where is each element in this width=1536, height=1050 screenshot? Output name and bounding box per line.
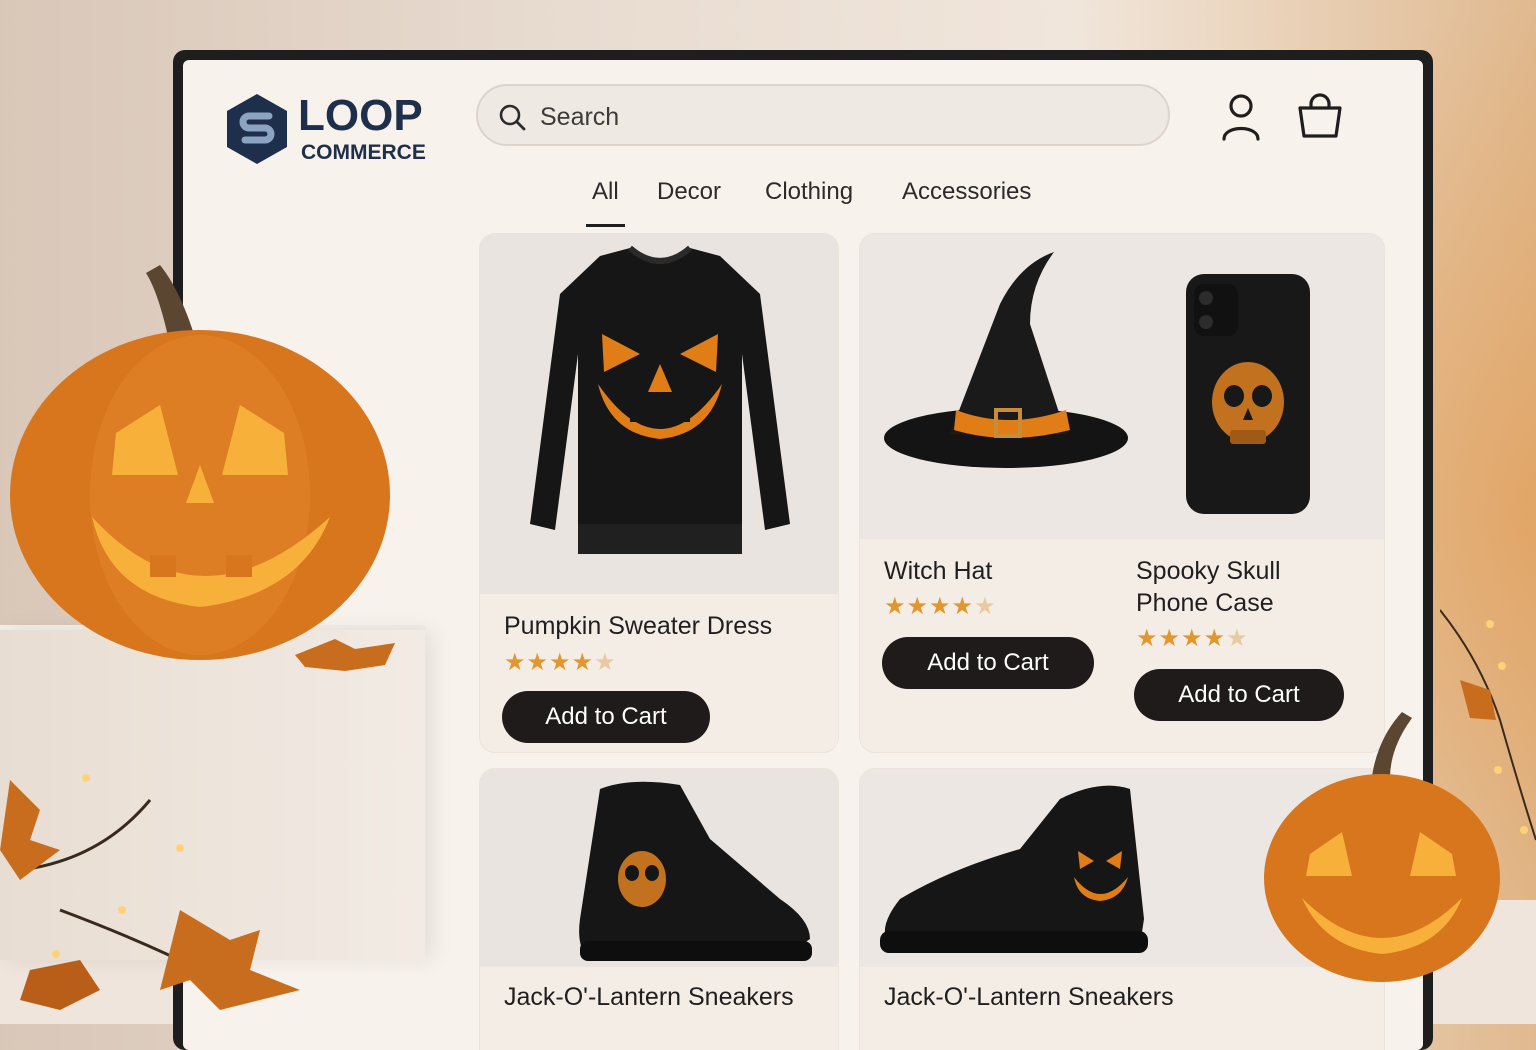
half-star-icon: ★: [974, 593, 997, 620]
product-title[interactable]: Jack-O'-Lantern Sneakers: [504, 981, 794, 1013]
product-title[interactable]: Jack-O'-Lantern Sneakers: [884, 981, 1174, 1013]
sneaker-skull-image: [579, 781, 812, 961]
product-image[interactable]: [480, 769, 838, 967]
loop-logo-icon: [227, 94, 287, 164]
product-card-group: Witch Hat ★★★★★ Add to Cart Spooky Skull…: [859, 233, 1385, 753]
product-title-phone-case[interactable]: Spooky Skull Phone Case: [1136, 555, 1336, 619]
tab-clothing[interactable]: Clothing: [765, 178, 853, 224]
brand-logo[interactable]: LOOP COMMERCE: [223, 82, 443, 172]
brand-name: LOOP: [298, 91, 423, 140]
product-card-sneakers-1[interactable]: Jack-O'-Lantern Sneakers: [479, 768, 839, 1050]
product-rating-witch-hat: ★★★★★: [884, 592, 997, 621]
product-images: [860, 234, 1384, 539]
jack-o-lantern-large-icon: [10, 265, 390, 660]
sweater-dress-image: [530, 245, 790, 554]
product-card-sweater-dress[interactable]: Pumpkin Sweater Dress ★★★★★ Add to Cart: [479, 233, 839, 753]
autumn-leaves-left-icon: [0, 774, 300, 1010]
product-image[interactable]: [480, 234, 838, 594]
star-icons: ★★★★: [884, 593, 975, 620]
half-star-icon: ★: [1226, 625, 1249, 652]
witch-hat-and-phone-case-image: [884, 252, 1310, 514]
product-rating-phone-case: ★★★★★: [1136, 624, 1249, 653]
leaf-on-pedestal-icon: [295, 639, 395, 671]
half-star-icon: ★: [594, 649, 617, 676]
tab-all[interactable]: All: [586, 178, 625, 227]
string-lights-icon: [1440, 609, 1536, 841]
tab-accessories[interactable]: Accessories: [902, 178, 1031, 224]
add-to-cart-button[interactable]: Add to Cart: [502, 691, 710, 743]
search-input[interactable]: [538, 98, 1142, 136]
star-icons: ★★★★: [1136, 625, 1227, 652]
brand-subname: COMMERCE: [301, 141, 426, 164]
search-bar[interactable]: [476, 84, 1170, 146]
star-icons: ★★★★: [504, 649, 595, 676]
product-rating: ★★★★★: [504, 648, 617, 677]
search-icon: [499, 104, 526, 131]
product-title[interactable]: Pumpkin Sweater Dress: [504, 610, 772, 642]
shopping-bag-icon[interactable]: [1297, 92, 1343, 140]
tab-decor[interactable]: Decor: [657, 178, 721, 224]
product-title-witch-hat[interactable]: Witch Hat: [884, 555, 992, 587]
user-icon[interactable]: [1220, 93, 1262, 141]
add-to-cart-button-witch-hat[interactable]: Add to Cart: [882, 637, 1094, 689]
